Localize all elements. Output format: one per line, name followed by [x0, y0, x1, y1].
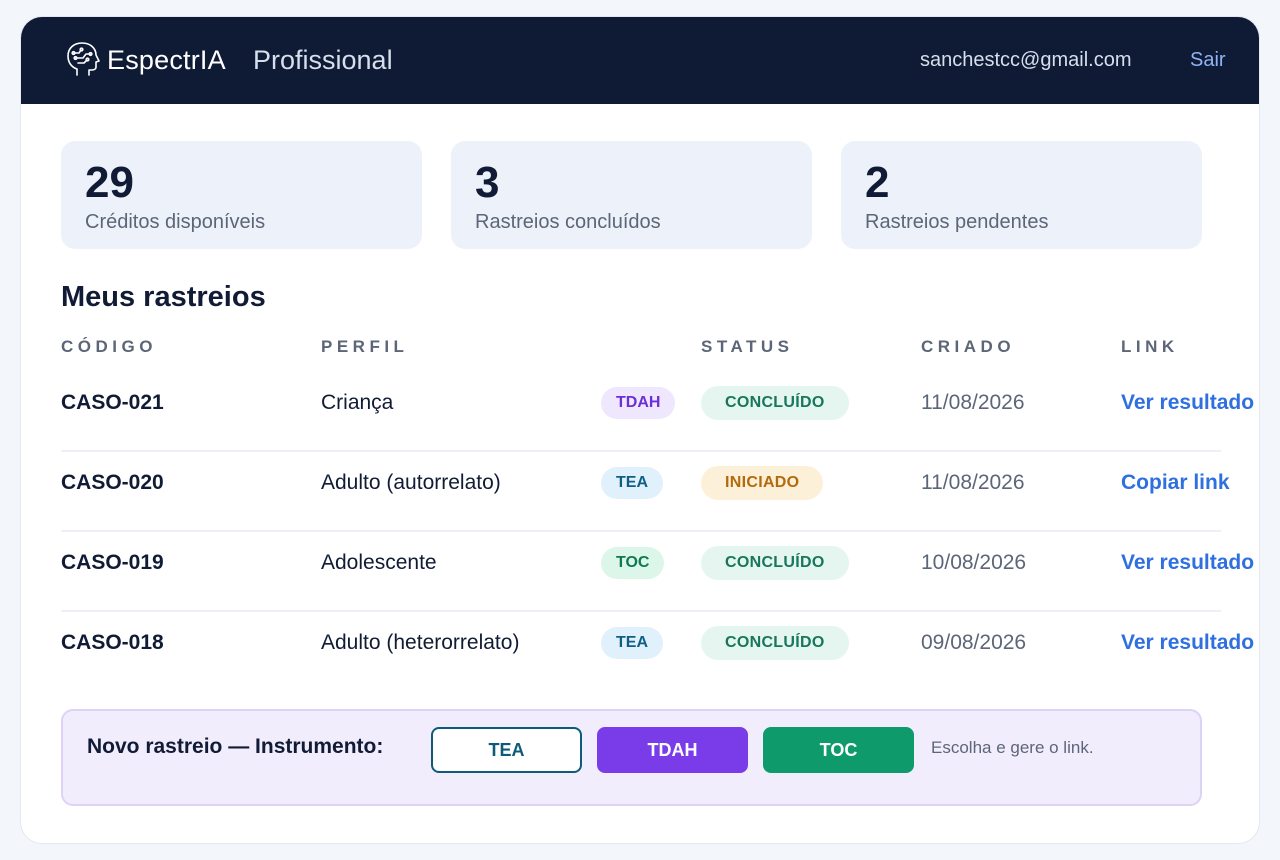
table-row: CASO-020 Adulto (autorrelato) TEA INICIA… [61, 451, 1230, 532]
section-title: Meus rastreios [61, 281, 266, 313]
head-circuit-icon [67, 42, 100, 76]
created-date: 09/08/2026 [921, 631, 1027, 654]
brand-subtitle: Profissional [253, 45, 393, 75]
copy-link[interactable]: Copiar link [1121, 451, 1230, 515]
stat-credits: 29 Créditos disponíveis [61, 141, 422, 249]
user-email: sanchestcc@gmail.com [920, 49, 1132, 71]
new-toc-button[interactable]: TOC [763, 727, 914, 773]
instrument-tag: TEA [601, 467, 663, 499]
logout-link[interactable]: Sair [1190, 49, 1226, 72]
case-code: CASO-018 [61, 631, 164, 654]
column-header-link: LINK [1121, 337, 1179, 356]
new-screening-hint: Escolha e gere o link. [931, 738, 1094, 757]
new-screening-panel: Novo rastreio — Instrumento: TEA TDAH TO… [61, 709, 1202, 806]
status-badge: CONCLUÍDO [701, 386, 849, 420]
created-date: 11/08/2026 [921, 391, 1025, 414]
instrument-tag: TEA [601, 627, 663, 659]
table-row: CASO-018 Adulto (heterorrelato) TEA CONC… [61, 611, 1254, 691]
column-header-status: STATUS [701, 337, 794, 356]
created-date: 11/08/2026 [921, 471, 1025, 494]
table-row: CASO-019 Adolescente TOC CONCLUÍDO 10/08… [61, 531, 1254, 612]
stat-label: Rastreios pendentes [865, 211, 1049, 233]
dashboard-card: EspectrIA Profissional sanchestcc@gmail.… [20, 16, 1260, 844]
top-bar: EspectrIA Profissional sanchestcc@gmail.… [21, 17, 1259, 104]
column-header-created: CRIADO [921, 337, 1016, 356]
stat-label: Créditos disponíveis [85, 211, 266, 233]
created-date: 10/08/2026 [921, 551, 1027, 574]
view-result-link[interactable]: Ver resultado [1121, 611, 1254, 675]
stat-value: 3 [475, 158, 500, 207]
stat-completed: 3 Rastreios concluídos [451, 141, 812, 249]
column-header-profile: PERFIL [321, 337, 409, 356]
stat-value: 2 [865, 158, 890, 207]
new-tdah-button[interactable]: TDAH [597, 727, 748, 773]
status-badge: CONCLUÍDO [701, 626, 849, 660]
case-profile: Adolescente [321, 551, 437, 574]
instrument-tag: TOC [601, 547, 665, 579]
view-result-link[interactable]: Ver resultado [1121, 531, 1254, 595]
new-tea-button[interactable]: TEA [431, 727, 582, 773]
column-header-code: CÓDIGO [61, 337, 157, 356]
case-code: CASO-020 [61, 471, 164, 494]
case-code: CASO-021 [61, 391, 164, 414]
stat-value: 29 [85, 158, 134, 207]
case-profile: Criança [321, 391, 394, 414]
view-result-link[interactable]: Ver resultado [1121, 371, 1254, 435]
brand-name: EspectrIA [107, 44, 226, 75]
status-badge: INICIADO [701, 466, 824, 500]
case-profile: Adulto (autorrelato) [321, 471, 501, 494]
case-profile: Adulto (heterorrelato) [321, 631, 520, 654]
case-code: CASO-019 [61, 551, 164, 574]
new-screening-label: Novo rastreio — Instrumento: [87, 735, 384, 758]
instrument-tag: TDAH [601, 387, 676, 419]
stat-label: Rastreios concluídos [475, 211, 661, 233]
brand[interactable]: EspectrIA [63, 39, 226, 81]
status-badge: CONCLUÍDO [701, 546, 849, 580]
stat-pending: 2 Rastreios pendentes [841, 141, 1202, 249]
table-row: CASO-021 Criança TDAH CONCLUÍDO 11/08/20… [61, 371, 1254, 452]
